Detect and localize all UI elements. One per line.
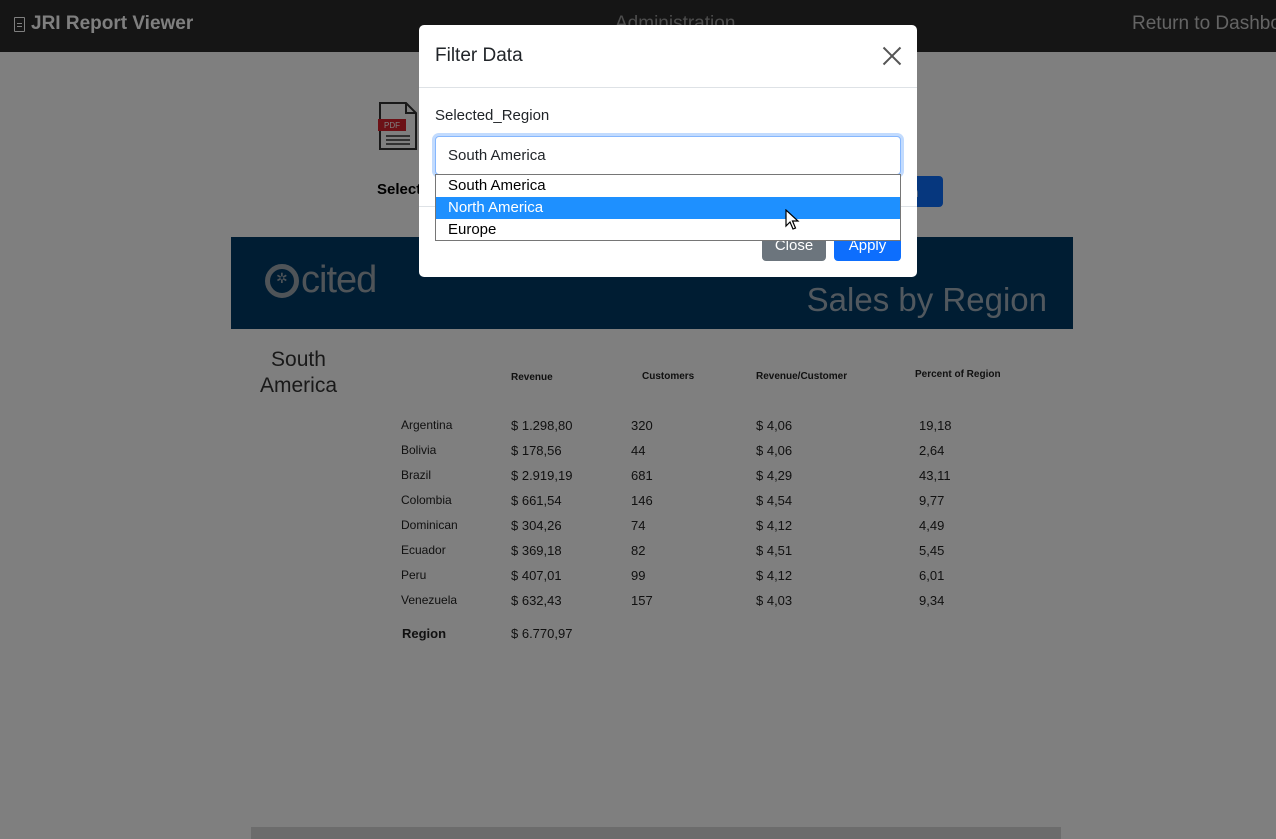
selected-region-label: Selected_Region	[435, 107, 550, 124]
modal-title: Filter Data	[435, 45, 523, 66]
close-icon[interactable]	[882, 46, 902, 66]
region-select[interactable]: South America	[435, 136, 901, 175]
dropdown-option-south-america[interactable]: South America	[436, 175, 900, 197]
mouse-pointer-icon	[785, 208, 801, 231]
modal-header: Filter Data	[419, 25, 917, 88]
region-dropdown-list: South America North America Europe	[435, 174, 901, 241]
region-select-value: South America	[448, 147, 546, 164]
dropdown-option-europe[interactable]: Europe	[436, 219, 900, 241]
dropdown-option-north-america[interactable]: North America	[436, 197, 900, 219]
